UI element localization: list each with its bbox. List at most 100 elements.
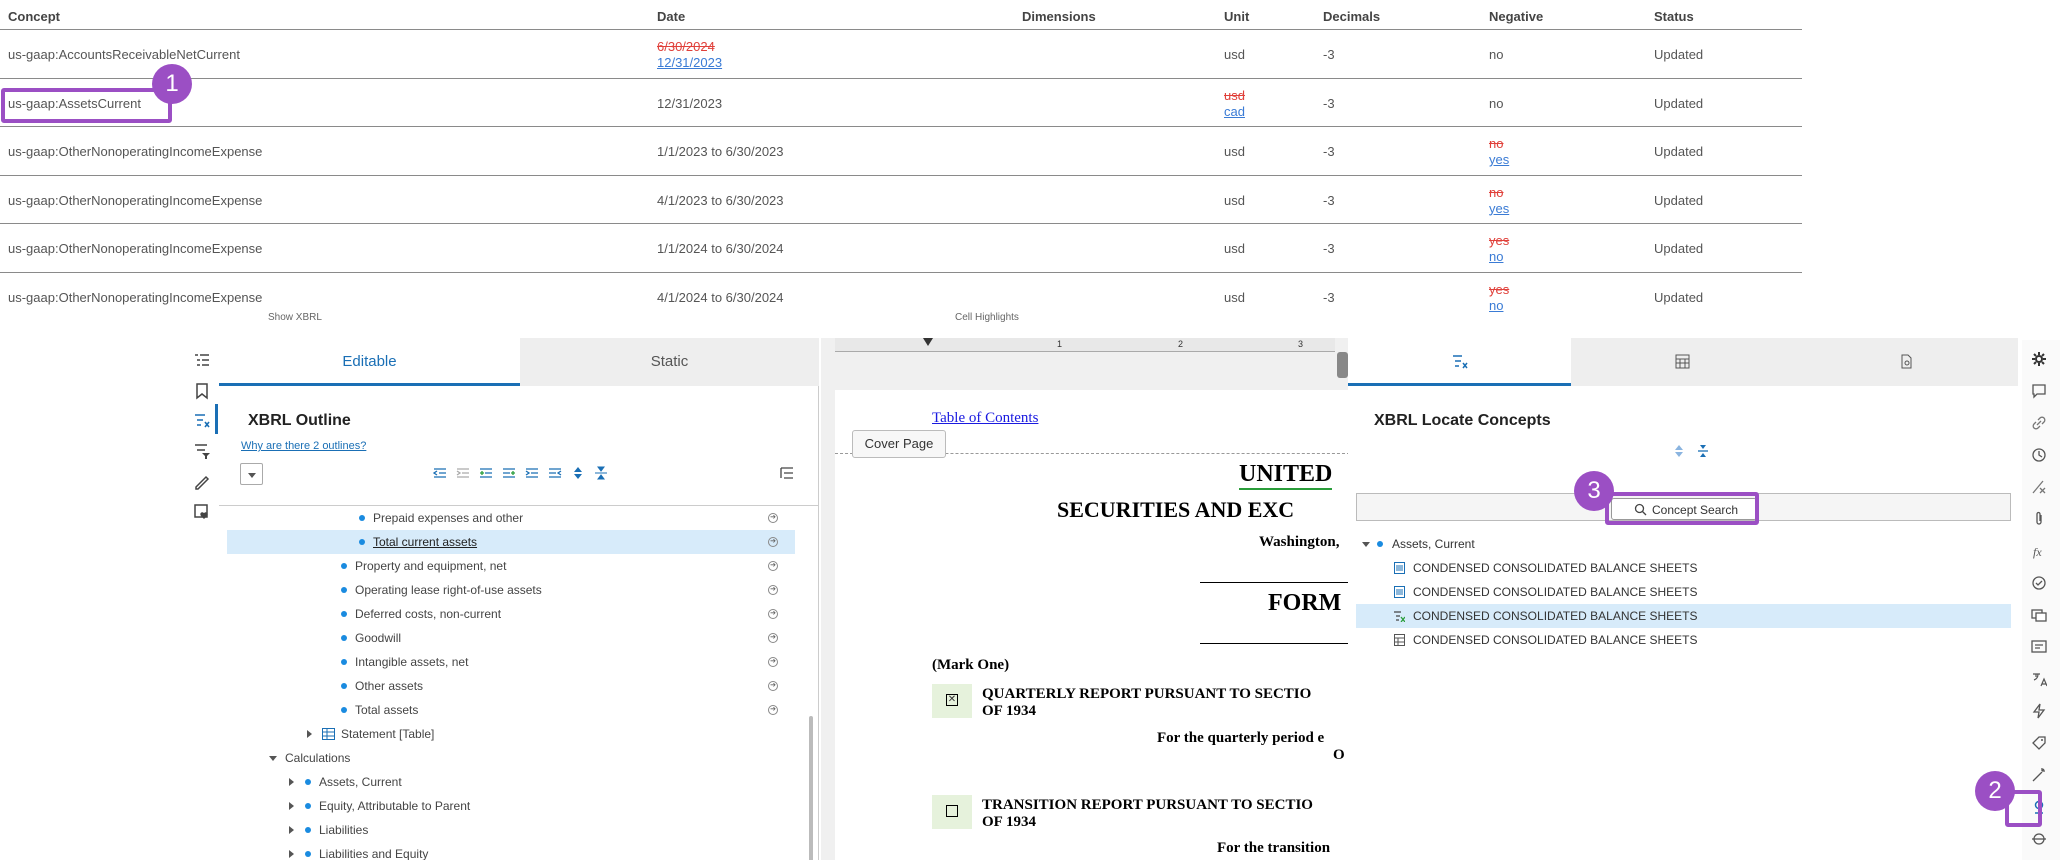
doc-scrollbar[interactable] xyxy=(1337,352,1348,378)
table-row[interactable]: us-gaap:OtherNonoperatingIncomeExpense 1… xyxy=(0,127,1802,176)
translate-icon[interactable] xyxy=(2031,671,2047,687)
tree-item[interactable]: Operating lease right-of-use assets ➔ xyxy=(227,578,795,602)
negative-new[interactable]: yes xyxy=(1489,152,1509,168)
locate-result[interactable]: CONDENSED CONSOLIDATED BALANCE SHEETS xyxy=(1356,556,2011,580)
col-date[interactable]: Date xyxy=(657,9,685,24)
navigate-icon[interactable]: ➔ xyxy=(768,513,778,523)
navigate-icon[interactable]: ➔ xyxy=(768,657,778,667)
link-icon[interactable] xyxy=(2031,415,2047,431)
formula-icon[interactable]: fx xyxy=(2031,543,2047,559)
locate-result-selected[interactable]: CONDENSED CONSOLIDATED BALANCE SHEETS xyxy=(1356,604,2011,628)
tags-icon[interactable] xyxy=(2031,735,2047,751)
expand-icon[interactable] xyxy=(289,850,294,858)
outline-settings-icon[interactable] xyxy=(780,466,794,480)
comment-icon[interactable] xyxy=(2031,383,2047,399)
transition-checkbox[interactable] xyxy=(932,795,972,829)
navigate-icon[interactable]: ➔ xyxy=(768,681,778,691)
indent-icon[interactable] xyxy=(525,466,539,480)
tree-item[interactable]: Property and equipment, net ➔ xyxy=(227,554,795,578)
tab-locate-concepts[interactable] xyxy=(1348,338,1571,386)
table-row[interactable]: us-gaap:OtherNonoperatingIncomeExpense 1… xyxy=(0,224,1802,273)
messages-icon[interactable] xyxy=(2031,607,2047,623)
collapse-all-icon[interactable] xyxy=(594,466,608,480)
locate-result[interactable]: CONDENSED CONSOLIDATED BALANCE SHEETS xyxy=(1356,580,2011,604)
history-icon[interactable] xyxy=(2031,447,2047,463)
expand-icon[interactable] xyxy=(289,778,294,786)
collapse-icon[interactable] xyxy=(1362,542,1370,547)
bookmark-icon[interactable] xyxy=(193,382,211,400)
tree-group-calculations[interactable]: Calculations xyxy=(227,746,795,770)
collapse-all-icon[interactable] xyxy=(1697,444,1709,458)
collapse-icon[interactable] xyxy=(269,756,277,761)
quarterly-checkbox[interactable]: ✕ xyxy=(932,684,972,718)
locate-result[interactable]: CONDENSED CONSOLIDATED BALANCE SHEETS xyxy=(1356,628,2011,652)
attachment-icon[interactable] xyxy=(2031,511,2047,527)
tab-table-view[interactable] xyxy=(1571,338,1795,386)
table-row[interactable]: us-gaap:AccountsReceivableNetCurrent 6/3… xyxy=(0,30,1802,79)
negative-new[interactable]: no xyxy=(1489,249,1509,265)
clear-formula-icon[interactable] xyxy=(2031,479,2047,495)
check-circle-icon[interactable] xyxy=(2031,575,2047,591)
col-unit[interactable]: Unit xyxy=(1224,9,1249,24)
tree-item[interactable]: Goodwill ➔ xyxy=(227,626,795,650)
locate-root[interactable]: Assets, Current xyxy=(1356,532,2011,556)
tree-item[interactable]: Other assets ➔ xyxy=(227,674,795,698)
move-right-icon[interactable] xyxy=(456,466,470,480)
col-decimals[interactable]: Decimals xyxy=(1323,9,1380,24)
tab-editable[interactable]: Editable xyxy=(219,338,520,386)
navigate-icon[interactable]: ➔ xyxy=(768,609,778,619)
negative-new[interactable]: yes xyxy=(1489,201,1509,217)
col-status[interactable]: Status xyxy=(1654,9,1694,24)
expand-all-icon[interactable] xyxy=(571,466,585,480)
col-dimensions[interactable]: Dimensions xyxy=(1022,9,1096,24)
col-negative[interactable]: Negative xyxy=(1489,9,1543,24)
review-icon[interactable] xyxy=(2031,639,2047,655)
magic-wand-icon[interactable] xyxy=(2031,767,2047,783)
navigate-icon[interactable]: ➔ xyxy=(768,585,778,595)
expand-all-icon[interactable] xyxy=(1673,444,1685,458)
indent-marker[interactable] xyxy=(923,338,933,346)
tab-static[interactable]: Static xyxy=(520,338,819,386)
tree-item[interactable]: Total assets ➔ xyxy=(227,698,795,722)
filter-outline-icon[interactable] xyxy=(193,442,211,460)
table-row[interactable]: us-gaap:OtherNonoperatingIncomeExpense 4… xyxy=(0,176,1802,224)
sync-icon[interactable] xyxy=(2031,831,2047,847)
lightning-icon[interactable] xyxy=(2031,703,2047,719)
outline-dropdown[interactable] xyxy=(240,463,263,485)
tree-scrollbar[interactable] xyxy=(809,716,813,860)
outdent-icon[interactable] xyxy=(548,466,562,480)
date-new[interactable]: 12/31/2023 xyxy=(657,55,722,71)
tag-pencil-icon[interactable] xyxy=(193,472,211,490)
cover-page-tag[interactable]: Cover Page xyxy=(852,430,946,458)
tree-item-selected[interactable]: Total current assets ➔ xyxy=(227,530,795,554)
outline-icon[interactable] xyxy=(193,352,211,370)
navigate-icon[interactable]: ➔ xyxy=(768,537,778,547)
tab-document-search[interactable] xyxy=(1795,338,2018,386)
navigate-icon[interactable]: ➔ xyxy=(768,705,778,715)
tree-item[interactable]: Liabilities and Equity xyxy=(227,842,795,860)
expand-icon[interactable] xyxy=(307,730,312,738)
unit-new[interactable]: cad xyxy=(1224,104,1245,120)
add-sibling-icon[interactable] xyxy=(502,466,516,480)
move-left-icon[interactable] xyxy=(433,466,447,480)
navigate-icon[interactable]: ➔ xyxy=(768,561,778,571)
tree-item[interactable]: Equity, Attributable to Parent xyxy=(227,794,795,818)
tree-item[interactable]: Liabilities xyxy=(227,818,795,842)
tree-item[interactable]: Assets, Current xyxy=(227,770,795,794)
table-of-contents-link[interactable]: Table of Contents xyxy=(932,410,1038,427)
gear-icon[interactable] xyxy=(2031,351,2047,367)
expand-icon[interactable] xyxy=(289,826,294,834)
xbrl-outline-icon[interactable] xyxy=(193,412,211,430)
tree-item[interactable]: Prepaid expenses and other ➔ xyxy=(227,506,795,530)
two-outlines-link[interactable]: Why are there 2 outlines? xyxy=(241,440,366,452)
tree-item[interactable]: Deferred costs, non-current ➔ xyxy=(227,602,795,626)
add-child-icon[interactable] xyxy=(479,466,493,480)
favorites-icon[interactable] xyxy=(193,502,211,520)
navigate-icon[interactable]: ➔ xyxy=(768,633,778,643)
tree-item-table[interactable]: Statement [Table] xyxy=(227,722,795,746)
col-concept[interactable]: Concept xyxy=(8,9,60,24)
tree-item[interactable]: Intangible assets, net ➔ xyxy=(227,650,795,674)
table-row[interactable]: us-gaap:AssetsCurrent 12/31/2023 usd cad… xyxy=(0,79,1802,127)
expand-icon[interactable] xyxy=(289,802,294,810)
negative-new[interactable]: no xyxy=(1489,298,1509,314)
